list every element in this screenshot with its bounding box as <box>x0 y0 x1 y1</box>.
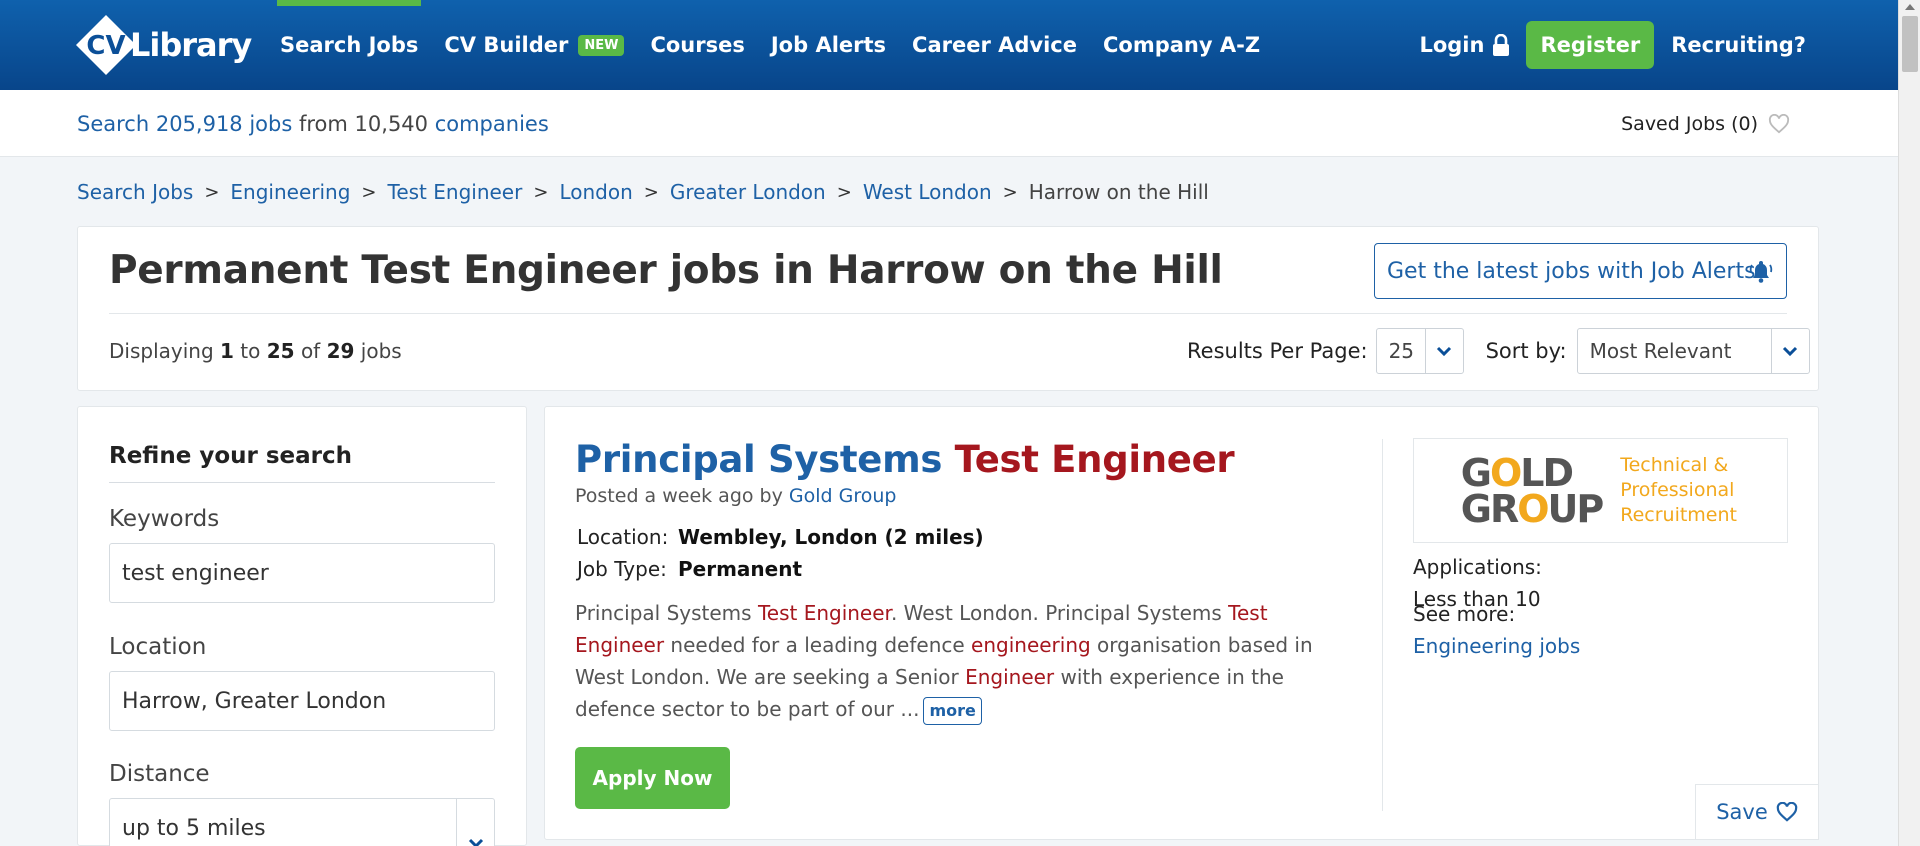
top-navigation-bar: CV Library Search Jobs CV Builder NEW Cou… <box>0 0 1898 90</box>
distance-label: Distance <box>109 761 210 787</box>
lock-icon <box>1493 34 1510 56</box>
svg-text:CV: CV <box>86 31 125 61</box>
apply-now-button[interactable]: Apply Now <box>575 747 730 809</box>
breadcrumb-separator: > <box>361 181 377 203</box>
breadcrumb-separator: > <box>836 181 852 203</box>
jobs-count-link[interactable]: 205,918 jobs <box>156 112 292 136</box>
register-button[interactable]: Register <box>1526 21 1655 69</box>
breadcrumb-current: Harrow on the Hill <box>1028 180 1209 204</box>
location-label: Location <box>109 634 207 660</box>
results-controls: Results Per Page: 25 Sort by: Most Relev… <box>1187 328 1810 374</box>
nav-cv-builder[interactable]: CV Builder NEW <box>444 0 625 90</box>
job-alerts-button[interactable]: Get the latest jobs with Job Alerts <box>1374 243 1787 299</box>
nav-search-jobs[interactable]: Search Jobs <box>276 0 422 90</box>
divider <box>109 313 1787 314</box>
new-badge: NEW <box>578 34 625 56</box>
breadcrumb-separator: > <box>1002 181 1018 203</box>
heart-icon <box>1776 802 1797 822</box>
refine-search-panel: Refine your search Keywords test enginee… <box>77 406 527 846</box>
company-logo[interactable]: GOLD GROUP Technical & Professional Recr… <box>1413 438 1788 543</box>
breadcrumb-west-london[interactable]: West London <box>863 180 992 204</box>
breadcrumb-search-jobs[interactable]: Search Jobs <box>77 180 193 204</box>
breadcrumb: Search Jobs > Engineering > Test Engineer >… <box>77 180 1209 204</box>
breadcrumb-london[interactable]: London <box>559 180 632 204</box>
results-per-page-select[interactable]: 25 <box>1375 328 1464 374</box>
chevron-down-icon <box>1770 329 1809 373</box>
sort-by-select[interactable]: Most Relevant <box>1576 328 1810 374</box>
nav-courses[interactable]: Courses <box>650 0 744 90</box>
page-scrollbar[interactable] <box>1898 0 1920 846</box>
nav-company-a-z[interactable]: Company A-Z <box>1103 0 1260 90</box>
chevron-down-icon <box>1424 329 1463 373</box>
page-title: Permanent Test Engineer jobs in Harrow o… <box>109 248 1223 293</box>
bell-icon <box>1749 261 1773 283</box>
saved-jobs-link[interactable]: Saved Jobs (0) <box>1621 113 1790 135</box>
breadcrumb-test-engineer[interactable]: Test Engineer <box>388 180 523 204</box>
scrollbar-thumb[interactable] <box>1902 16 1918 72</box>
breadcrumb-engineering[interactable]: Engineering <box>230 180 350 204</box>
gold-group-logo-icon: GOLD GROUP <box>1460 450 1604 531</box>
account-nav: Login Register Recruiting? <box>1419 0 1806 90</box>
chevron-down-icon <box>456 799 494 846</box>
cv-diamond-logo-icon: CV <box>74 13 138 77</box>
results-per-page-label: Results Per Page: <box>1187 339 1368 363</box>
job-location: Wembley, London (2 miles) <box>678 525 984 549</box>
location-label: Location: <box>577 525 669 549</box>
companies-count: 10,540 <box>354 112 429 136</box>
results-count: Displaying 1 to 25 of 29 jobs <box>109 339 402 363</box>
job-type-label: Job Type: <box>577 557 667 581</box>
divider <box>109 482 495 483</box>
recruiting-link[interactable]: Recruiting? <box>1671 33 1806 57</box>
job-type: Permanent <box>678 557 803 581</box>
job-result-card: Principal Systems Test Engineer Posted a… <box>544 406 1819 840</box>
breadcrumb-separator: > <box>643 181 659 203</box>
breadcrumb-greater-london[interactable]: Greater London <box>670 180 826 204</box>
save-job-button[interactable]: Save <box>1695 784 1819 840</box>
job-meta: Location: Wembley, London (2 miles) Job T… <box>577 521 984 585</box>
job-title-link[interactable]: Principal Systems Test Engineer <box>575 438 1235 481</box>
posted-info: Posted a week ago by Gold Group <box>575 485 897 507</box>
scroll-up-arrow-icon[interactable] <box>1905 4 1915 10</box>
heart-icon <box>1768 114 1790 134</box>
companies-link[interactable]: companies <box>428 112 549 136</box>
distance-select[interactable]: up to 5 miles <box>109 798 495 846</box>
nav-career-advice[interactable]: Career Advice <box>912 0 1077 90</box>
main-nav: Search Jobs CV Builder NEW Courses Job Al… <box>276 0 1286 90</box>
logo-tagline: Technical & Professional Recruitment <box>1620 454 1737 526</box>
refine-heading: Refine your search <box>109 443 353 469</box>
see-more-info: See more: Engineering jobs <box>1413 602 1581 658</box>
engineering-jobs-link[interactable]: Engineering jobs <box>1413 634 1580 658</box>
cv-library-logo[interactable]: CV Library <box>74 13 252 77</box>
login-link[interactable]: Login <box>1419 33 1510 57</box>
divider <box>1382 439 1383 811</box>
stats-bar: Search 205,918 jobs from 10,540 companie… <box>0 90 1898 157</box>
keywords-input[interactable]: test engineer <box>109 543 495 603</box>
site-stats: Search 205,918 jobs from 10,540 companie… <box>77 112 549 136</box>
company-link[interactable]: Gold Group <box>789 485 897 507</box>
logo-text: Library <box>130 26 252 64</box>
job-description: Principal Systems Test Engineer. West Lo… <box>575 597 1360 725</box>
results-header-card: Permanent Test Engineer jobs in Harrow o… <box>77 226 1819 391</box>
sort-by-label: Sort by: <box>1485 339 1567 363</box>
more-button[interactable]: more <box>923 696 982 725</box>
keywords-label: Keywords <box>109 506 220 532</box>
breadcrumb-separator: > <box>204 181 220 203</box>
breadcrumb-separator: > <box>533 181 549 203</box>
location-input[interactable]: Harrow, Greater London <box>109 671 495 731</box>
nav-job-alerts[interactable]: Job Alerts <box>771 0 886 90</box>
